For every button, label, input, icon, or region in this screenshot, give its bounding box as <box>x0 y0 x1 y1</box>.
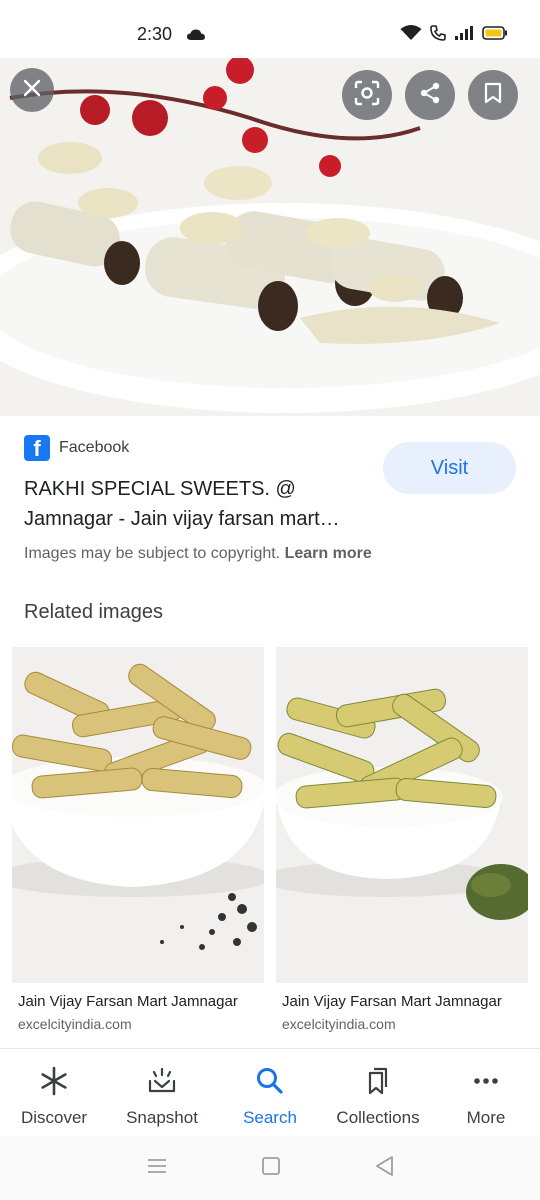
copyright-notice: Images may be subject to copyright. Lear… <box>24 545 372 563</box>
save-button[interactable] <box>468 70 518 120</box>
battery-icon <box>482 26 508 45</box>
nav-search[interactable]: Search <box>216 1049 324 1136</box>
call-icon <box>430 25 446 46</box>
menu-icon[interactable] <box>146 1157 168 1180</box>
snapshot-icon <box>146 1065 178 1102</box>
lens-icon <box>354 80 380 111</box>
wifi-icon <box>400 25 422 46</box>
snack-bowl-photo <box>12 647 264 983</box>
more-icon <box>470 1065 502 1102</box>
visit-button[interactable]: Visit <box>383 442 516 494</box>
home-icon[interactable] <box>261 1156 281 1181</box>
related-card[interactable]: Jain Vijay Farsan Mart Jamnagar excelcit… <box>276 647 528 1032</box>
facebook-icon: f <box>24 435 50 461</box>
close-icon <box>22 78 42 103</box>
cloud-icon <box>187 28 205 46</box>
share-button[interactable] <box>405 70 455 120</box>
bottom-navigation: Discover Snapshot Search Collections Mor… <box>0 1048 540 1136</box>
status-time: 2:30 <box>137 24 173 44</box>
close-button[interactable] <box>10 68 54 112</box>
nav-label: Search <box>243 1108 297 1127</box>
related-image[interactable] <box>276 647 528 983</box>
related-image[interactable] <box>12 647 264 983</box>
asterisk-icon <box>38 1065 70 1102</box>
related-heading: Related images <box>24 601 163 623</box>
nav-label: Collections <box>336 1108 420 1127</box>
related-title: Jain Vijay Farsan Mart Jamnagar <box>18 993 238 1010</box>
related-title: Jain Vijay Farsan Mart Jamnagar <box>282 993 502 1010</box>
source-row[interactable]: f Facebook <box>24 435 129 461</box>
back-icon[interactable] <box>374 1155 394 1182</box>
source-name: Facebook <box>59 439 130 456</box>
system-navigation <box>0 1136 540 1200</box>
nav-collections[interactable]: Collections <box>324 1049 432 1136</box>
sweets-photo <box>0 58 540 416</box>
result-title[interactable]: RAKHI SPECIAL SWEETS. @ Jamnagar - Jain … <box>24 474 374 534</box>
nav-label: More <box>466 1108 506 1127</box>
bookmark-icon <box>484 82 502 109</box>
related-site: excelcityindia.com <box>18 1016 132 1032</box>
copyright-text: Images may be subject to copyright. <box>24 545 281 562</box>
collections-icon <box>362 1065 394 1102</box>
lens-button[interactable] <box>342 70 392 120</box>
signal-icon <box>454 25 474 46</box>
search-icon <box>254 1065 286 1102</box>
hero-image[interactable] <box>0 58 540 416</box>
related-card[interactable]: Jain Vijay Farsan Mart Jamnagar excelcit… <box>12 647 264 1032</box>
related-site: excelcityindia.com <box>282 1016 396 1032</box>
nav-discover[interactable]: Discover <box>0 1049 108 1136</box>
learn-more-link[interactable]: Learn more <box>285 545 372 562</box>
status-bar: 2:30 <box>0 0 540 58</box>
share-icon <box>418 81 442 110</box>
nav-more[interactable]: More <box>432 1049 540 1136</box>
nav-label: Discover <box>20 1108 88 1127</box>
snack-bowl-photo <box>276 647 528 983</box>
nav-snapshot[interactable]: Snapshot <box>108 1049 216 1136</box>
nav-label: Snapshot <box>126 1108 198 1127</box>
